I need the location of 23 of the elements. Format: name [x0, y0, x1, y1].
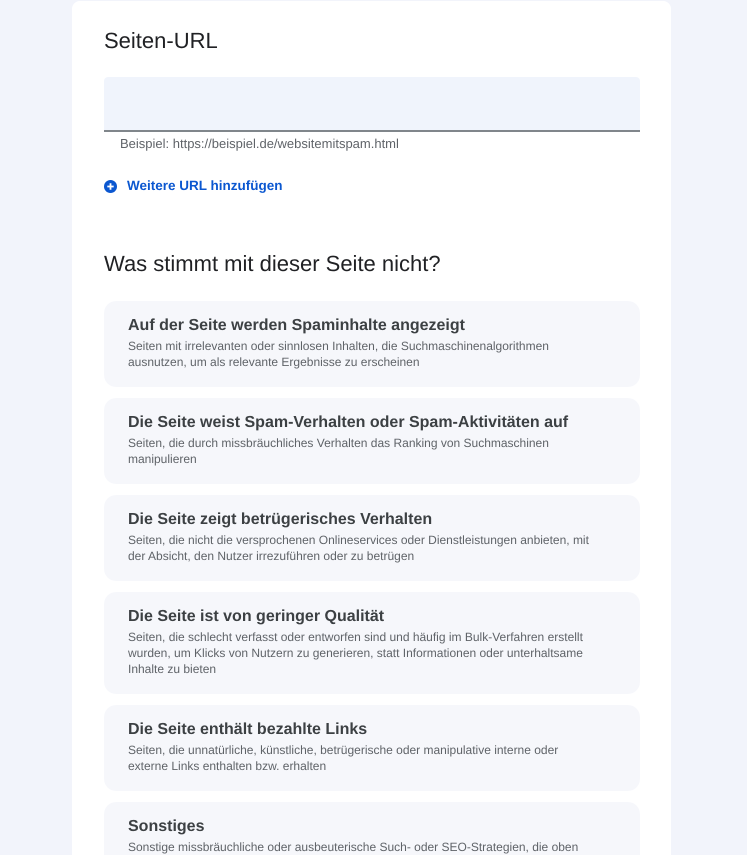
option-description: Seiten, die durch missbräuchliches Verhalten das Ranking von Suchmaschinen manipulieren	[128, 434, 550, 466]
option-description: Seiten mit irrelevanten oder sinnlosen Inhalten, die Suchmaschinenalgorithmen ausnutzen, um als relevante Ergebnisse zu erscheinen	[128, 338, 550, 370]
section-heading: Was stimmt mit dieser Seite nicht?	[104, 250, 442, 278]
option-card[interactable]: Auf der Seite werden Spaminhalte angezeigt Seiten mit irrelevanten oder sinnlosen Inhalten, die Suchmaschinenalgorithmen ausnutzen, um als relevante Ergebnisse zu erscheinen	[104, 300, 640, 386]
plus-circle-icon	[104, 180, 117, 192]
option-title: Die Seite ist von geringer Qualität	[128, 606, 384, 626]
url-field[interactable]	[104, 77, 640, 132]
option-title: Auf der Seite werden Spaminhalte angezeigt	[128, 316, 465, 336]
option-title: Die Seite zeigt betrügerisches Verhalten	[128, 510, 432, 530]
option-description: Seiten, die schlecht verfasst oder entworfen sind und häufig im Bulk-Verfahren erstellt wurden, um Klicks von Nutzern zu generieren, statt Informationen oder unterhaltsame Inhalte zu bieten	[128, 628, 584, 676]
option-title: Sonstiges	[128, 816, 204, 836]
section-heading: Seiten-URL	[104, 27, 219, 55]
option-card[interactable]: Die Seite weist Spam-Verhalten oder Spam-Aktivitäten auf Seiten, die durch missbräuchliches Verhalten das Ranking von Suchmaschinen manipulieren	[104, 398, 640, 484]
option-card[interactable]: Die Seite enthält bezahlte Links Seiten, die unnatürliche, künstliche, betrügerische oder manipulative interne oder externe Links enthalten bzw. erhalten	[104, 704, 640, 790]
option-card[interactable]: Die Seite zeigt betrügerisches Verhalten Seiten, die nicht die versprochenen Onlineservices oder Dienstleistungen anbieten, mit der Absicht, den Nutzer irrezuführen oder zu betrügen	[104, 494, 640, 580]
option-card[interactable]: Sonstiges Sonstige missbräuchliche oder ausbeuterische Such- oder SEO-Strategien, die oben	[104, 802, 640, 855]
option-description: Sonstige missbräuchliche oder ausbeuterische Such- oder SEO-Strategien, die oben	[128, 838, 578, 854]
option-description: Seiten, die nicht die versprochenen Onlineservices oder Dienstleistungen anbieten, mit der Absicht, den Nutzer irrezuführen oder zu betrügen	[128, 532, 590, 564]
option-title: Die Seite weist Spam-Verhalten oder Spam-Aktivitäten auf	[128, 412, 568, 432]
option-title: Die Seite enthält bezahlte Links	[128, 720, 368, 740]
helper-text: Beispiel: https://beispiel.de/websitemitspam.html	[120, 136, 400, 152]
add-url-link[interactable]: Weitere URL hinzufügen	[104, 177, 283, 195]
option-description: Seiten, die unnatürliche, künstliche, betrügerische oder manipulative interne oder externe Links enthalten bzw. erhalten	[128, 742, 560, 774]
